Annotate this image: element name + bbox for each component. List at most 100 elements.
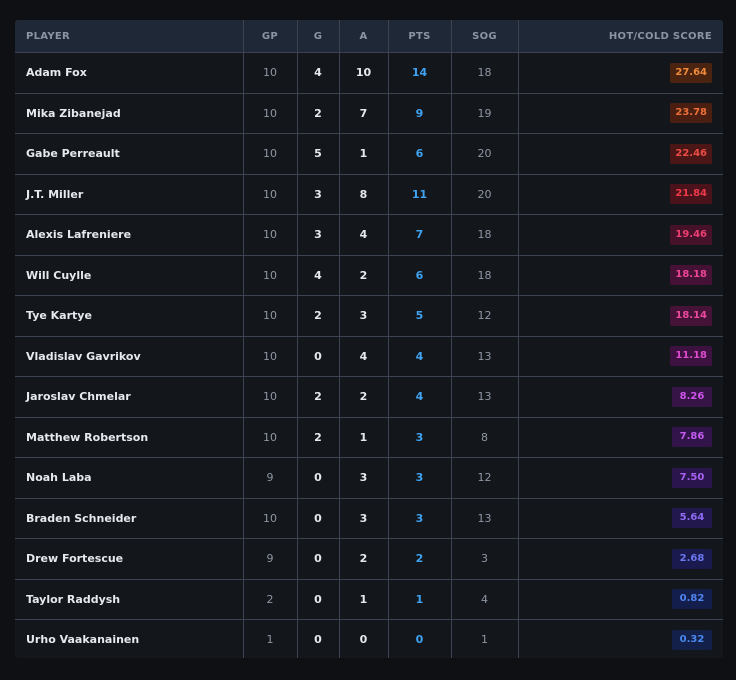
- score-badge: 2.68: [672, 548, 712, 569]
- header-hot-cold-score[interactable]: HOT/COLD SCORE: [518, 20, 723, 53]
- goals-cell: 4: [297, 52, 340, 94]
- table-row[interactable]: J.T. Miller 10 3 8 11 20 21.84: [15, 174, 723, 215]
- shots-on-goal-cell: 20: [451, 133, 519, 175]
- shots-on-goal-cell: 13: [451, 376, 519, 418]
- games-played-cell: 10: [243, 498, 298, 539]
- table-row[interactable]: Vladislav Gavrikov 10 0 4 4 13 11.18: [15, 336, 723, 377]
- assists-cell: 3: [339, 498, 389, 539]
- hot-cold-score-cell: 23.78: [518, 93, 723, 134]
- points-cell: 7: [388, 214, 452, 256]
- player-stats-panel: PLAYER GP G A PTS SOG HOT/COLD SCORE Ada…: [15, 20, 723, 658]
- assists-cell: 3: [339, 295, 389, 337]
- score-badge: 22.46: [670, 143, 712, 164]
- games-played-cell: 10: [243, 417, 298, 458]
- score-badge: 21.84: [670, 184, 712, 205]
- games-played-cell: 10: [243, 214, 298, 256]
- score-badge: 19.46: [670, 224, 712, 245]
- points-cell: 5: [388, 295, 452, 337]
- hot-cold-score-cell: 0.82: [518, 579, 723, 620]
- shots-on-goal-cell: 4: [451, 579, 519, 620]
- hot-cold-score-cell: 21.84: [518, 174, 723, 215]
- score-badge: 18.18: [670, 265, 712, 286]
- header-pts[interactable]: PTS: [388, 20, 452, 53]
- points-cell: 4: [388, 336, 452, 377]
- goals-cell: 0: [297, 538, 340, 580]
- score-badge: 7.50: [672, 467, 712, 488]
- shots-on-goal-cell: 20: [451, 174, 519, 215]
- goals-cell: 0: [297, 498, 340, 539]
- header-a[interactable]: A: [339, 20, 389, 53]
- games-played-cell: 10: [243, 255, 298, 296]
- shots-on-goal-cell: 13: [451, 498, 519, 539]
- hot-cold-score-cell: 18.18: [518, 255, 723, 296]
- score-badge: 7.86: [672, 427, 712, 448]
- hot-cold-score-cell: 22.46: [518, 133, 723, 175]
- player-name-cell: Tye Kartye: [15, 295, 244, 337]
- table-header: PLAYER GP G A PTS SOG HOT/COLD SCORE: [15, 20, 723, 53]
- shots-on-goal-cell: 18: [451, 52, 519, 94]
- hot-cold-score-cell: 27.64: [518, 52, 723, 94]
- player-name-cell: Urho Vaakanainen: [15, 619, 244, 658]
- assists-cell: 2: [339, 376, 389, 418]
- goals-cell: 5: [297, 133, 340, 175]
- goals-cell: 3: [297, 174, 340, 215]
- games-played-cell: 10: [243, 93, 298, 134]
- games-played-cell: 10: [243, 376, 298, 418]
- score-badge: 5.64: [672, 508, 712, 529]
- header-g[interactable]: G: [297, 20, 340, 53]
- games-played-cell: 10: [243, 295, 298, 337]
- points-cell: 4: [388, 376, 452, 418]
- score-badge: 27.64: [670, 62, 712, 83]
- shots-on-goal-cell: 19: [451, 93, 519, 134]
- player-name-cell: Mika Zibanejad: [15, 93, 244, 134]
- games-played-cell: 10: [243, 336, 298, 377]
- table-row[interactable]: Matthew Robertson 10 2 1 3 8 7.86: [15, 417, 723, 458]
- player-name-cell: Braden Schneider: [15, 498, 244, 539]
- goals-cell: 0: [297, 457, 340, 499]
- points-cell: 14: [388, 52, 452, 94]
- player-name-cell: Noah Laba: [15, 457, 244, 499]
- table-row[interactable]: Jaroslav Chmelar 10 2 2 4 13 8.26: [15, 376, 723, 418]
- goals-cell: 3: [297, 214, 340, 256]
- shots-on-goal-cell: 12: [451, 295, 519, 337]
- assists-cell: 2: [339, 538, 389, 580]
- hot-cold-score-cell: 8.26: [518, 376, 723, 418]
- points-cell: 0: [388, 619, 452, 658]
- points-cell: 3: [388, 457, 452, 499]
- assists-cell: 1: [339, 417, 389, 458]
- player-name-cell: Drew Fortescue: [15, 538, 244, 580]
- table-row[interactable]: Gabe Perreault 10 5 1 6 20 22.46: [15, 133, 723, 175]
- points-cell: 2: [388, 538, 452, 580]
- table-row[interactable]: Mika Zibanejad 10 2 7 9 19 23.78: [15, 93, 723, 134]
- goals-cell: 0: [297, 579, 340, 620]
- table-row[interactable]: Noah Laba 9 0 3 3 12 7.50: [15, 457, 723, 499]
- games-played-cell: 10: [243, 133, 298, 175]
- points-cell: 3: [388, 417, 452, 458]
- games-played-cell: 2: [243, 579, 298, 620]
- header-sog[interactable]: SOG: [451, 20, 519, 53]
- table-row[interactable]: Taylor Raddysh 2 0 1 1 4 0.82: [15, 579, 723, 620]
- points-cell: 6: [388, 255, 452, 296]
- player-name-cell: Vladislav Gavrikov: [15, 336, 244, 377]
- header-gp[interactable]: GP: [243, 20, 298, 53]
- hot-cold-score-cell: 2.68: [518, 538, 723, 580]
- table-row[interactable]: Adam Fox 10 4 10 14 18 27.64: [15, 52, 723, 94]
- header-row: PLAYER GP G A PTS SOG HOT/COLD SCORE: [15, 20, 723, 53]
- player-name-cell: Matthew Robertson: [15, 417, 244, 458]
- table-row[interactable]: Urho Vaakanainen 1 0 0 0 1 0.32: [15, 619, 723, 658]
- assists-cell: 4: [339, 214, 389, 256]
- goals-cell: 0: [297, 336, 340, 377]
- goals-cell: 2: [297, 376, 340, 418]
- games-played-cell: 9: [243, 457, 298, 499]
- score-badge: 11.18: [670, 346, 712, 367]
- table-row[interactable]: Will Cuylle 10 4 2 6 18 18.18: [15, 255, 723, 296]
- table-row[interactable]: Braden Schneider 10 0 3 3 13 5.64: [15, 498, 723, 539]
- table-row[interactable]: Tye Kartye 10 2 3 5 12 18.14: [15, 295, 723, 337]
- shots-on-goal-cell: 3: [451, 538, 519, 580]
- table-row[interactable]: Drew Fortescue 9 0 2 2 3 2.68: [15, 538, 723, 580]
- games-played-cell: 10: [243, 52, 298, 94]
- table-row[interactable]: Alexis Lafreniere 10 3 4 7 18 19.46: [15, 214, 723, 256]
- points-cell: 11: [388, 174, 452, 215]
- player-name-cell: Will Cuylle: [15, 255, 244, 296]
- header-player[interactable]: PLAYER: [15, 20, 244, 53]
